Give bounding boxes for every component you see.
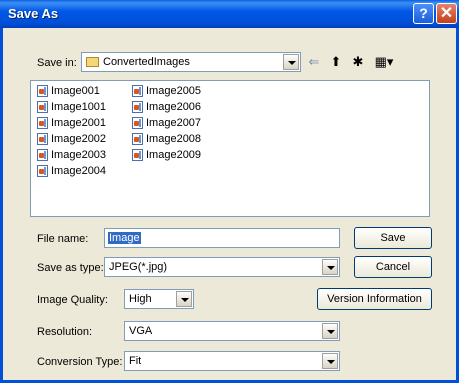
title-bar: Save As ? ✕ <box>0 0 459 28</box>
save-in-value: ConvertedImages <box>103 56 190 68</box>
resolution-label: Resolution: <box>37 326 93 338</box>
save-in-dropdown[interactable]: ConvertedImages <box>81 52 301 72</box>
close-button[interactable]: ✕ <box>436 3 457 24</box>
conversion-type-label: Conversion Type: <box>37 356 123 368</box>
new-folder-icon[interactable]: ✱ <box>350 54 366 70</box>
image-file-icon <box>37 165 48 178</box>
back-arrow-icon[interactable]: ⇐ <box>306 54 322 70</box>
image-file-icon <box>132 117 143 130</box>
cancel-button[interactable]: Cancel <box>354 256 432 278</box>
image-file-icon <box>132 101 143 114</box>
save-button[interactable]: Save <box>354 227 432 249</box>
chevron-down-icon[interactable] <box>322 323 338 339</box>
list-item[interactable]: Image2008 <box>132 132 201 147</box>
save-in-label: Save in: <box>37 57 77 69</box>
list-item[interactable]: Image1001 <box>37 100 106 115</box>
window-title: Save As <box>8 6 59 21</box>
image-quality-label: Image Quality: <box>37 294 108 306</box>
image-file-icon <box>132 149 143 162</box>
file-list[interactable]: Image001 Image1001 Image2001 Image2002 I… <box>30 80 430 217</box>
save-as-type-dropdown[interactable]: JPEG(*.jpg) <box>104 257 340 277</box>
image-file-icon <box>37 101 48 114</box>
resolution-value: VGA <box>129 325 153 337</box>
conversion-type-dropdown[interactable]: Fit <box>124 351 340 371</box>
file-name-input[interactable]: Image <box>104 228 340 248</box>
list-item[interactable]: Image2001 <box>37 116 106 131</box>
list-item[interactable]: Image2009 <box>132 148 201 163</box>
list-item[interactable]: Image001 <box>37 84 100 99</box>
chevron-down-icon[interactable] <box>322 353 338 369</box>
list-item[interactable]: Image2007 <box>132 116 201 131</box>
list-item[interactable]: Image2002 <box>37 132 106 147</box>
up-folder-icon[interactable]: ⬆ <box>328 54 344 70</box>
chevron-down-icon[interactable] <box>283 54 299 70</box>
list-item[interactable]: Image2006 <box>132 100 201 115</box>
image-quality-dropdown[interactable]: High <box>124 289 194 309</box>
save-as-type-label: Save as type: <box>37 262 104 274</box>
image-file-icon <box>37 85 48 98</box>
file-name-value: Image <box>108 232 141 244</box>
view-menu-icon[interactable]: ▦▾ <box>372 54 396 70</box>
save-as-type-value: JPEG(*.jpg) <box>109 261 168 273</box>
list-item[interactable]: Image2004 <box>37 164 106 179</box>
list-item[interactable]: Image2003 <box>37 148 106 163</box>
help-button[interactable]: ? <box>413 3 434 24</box>
image-file-icon <box>132 85 143 98</box>
file-name-label: File name: <box>37 233 89 245</box>
chevron-down-icon[interactable] <box>322 259 338 275</box>
chevron-down-icon[interactable] <box>176 291 192 307</box>
image-quality-value: High <box>129 293 152 305</box>
image-file-icon <box>132 133 143 146</box>
resolution-dropdown[interactable]: VGA <box>124 321 340 341</box>
conversion-type-value: Fit <box>129 355 142 367</box>
image-file-icon <box>37 133 48 146</box>
version-information-button[interactable]: Version Information <box>317 288 432 310</box>
list-item[interactable]: Image2005 <box>132 84 201 99</box>
image-file-icon <box>37 149 48 162</box>
folder-icon <box>86 57 99 67</box>
image-file-icon <box>37 117 48 130</box>
